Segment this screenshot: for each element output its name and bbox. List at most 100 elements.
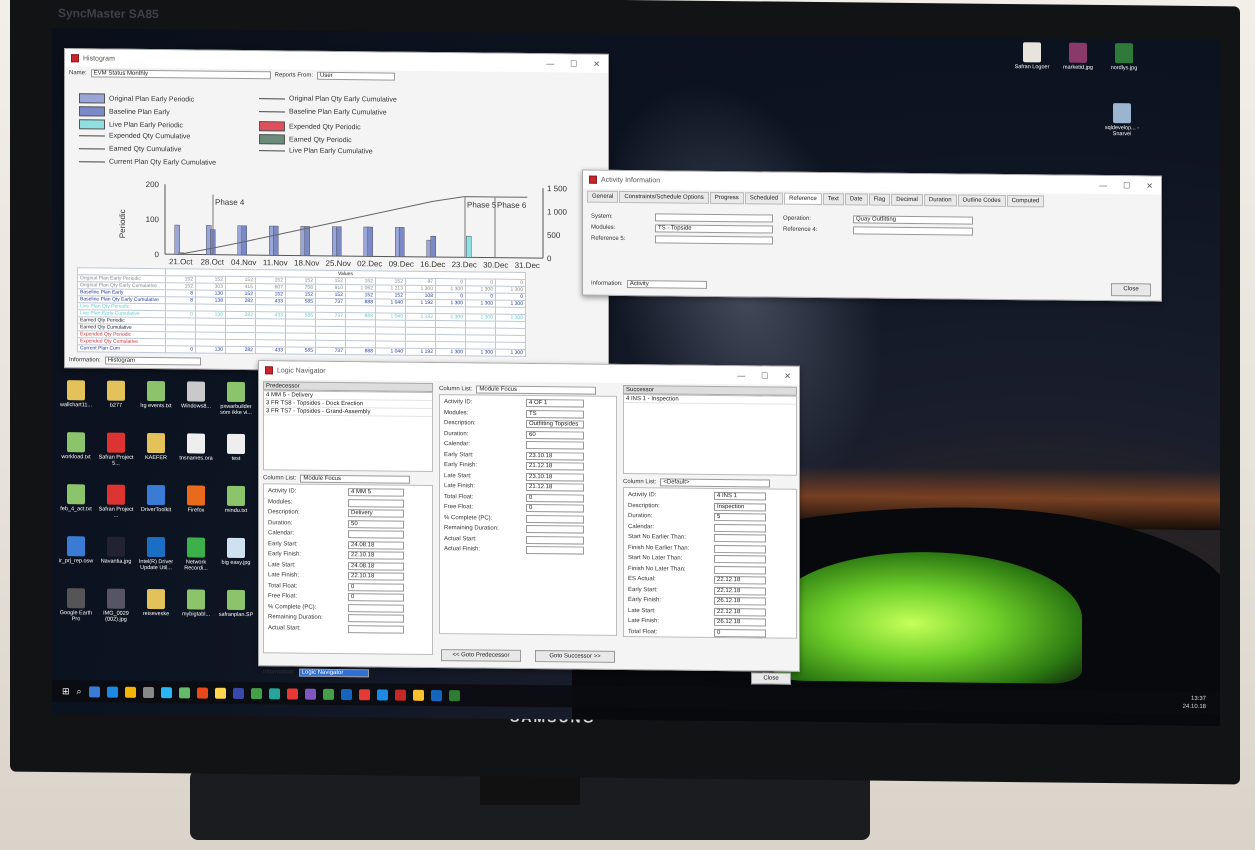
taskbar-app-icon[interactable]: [322, 688, 334, 700]
field-value[interactable]: 22.12.18: [714, 607, 766, 617]
field-value[interactable]: 22.12.18: [714, 576, 766, 585]
tab-duration[interactable]: Duration: [923, 194, 957, 207]
desktop-icon[interactable]: Google Earth Pro: [56, 588, 96, 622]
close-icon[interactable]: ✕: [593, 59, 600, 68]
field-value[interactable]: 4 OF 1: [526, 399, 584, 408]
maximize-icon[interactable]: ☐: [570, 59, 577, 68]
desktop-icon[interactable]: Intel(R) Driver Update Util...: [136, 536, 176, 571]
field-value[interactable]: [714, 565, 766, 575]
list-item[interactable]: 4 INS 1 - Inspection: [624, 394, 796, 405]
field-value[interactable]: TS: [526, 409, 584, 419]
field-value[interactable]: [714, 523, 766, 533]
info-select[interactable]: Logic Navigator: [298, 668, 369, 677]
desktop-icon[interactable]: workload.txt: [56, 432, 96, 460]
field-value[interactable]: [348, 530, 404, 539]
field-value[interactable]: [526, 525, 584, 534]
desktop-icon[interactable]: test: [216, 433, 256, 462]
operation-select[interactable]: Quay Outfitting: [853, 214, 973, 225]
taskbar-app-icon[interactable]: [412, 689, 424, 701]
field-value[interactable]: 60: [526, 430, 584, 440]
close-button[interactable]: Close: [751, 672, 791, 685]
taskbar-app-icon[interactable]: [448, 689, 460, 701]
field-value[interactable]: 22.10.18: [348, 572, 404, 581]
field-value[interactable]: [526, 546, 584, 555]
tab-scheduled[interactable]: Scheduled: [744, 192, 784, 205]
taskbar-app-icon[interactable]: [124, 686, 136, 698]
taskbar-app-icon[interactable]: [178, 686, 190, 698]
goto-successor-button[interactable]: Goto Successor >>: [535, 650, 615, 663]
tab-outline-codes[interactable]: Outline Codes: [957, 194, 1006, 207]
field-value[interactable]: 0: [348, 593, 404, 602]
field-value[interactable]: [348, 498, 404, 508]
info-select[interactable]: Activity: [626, 279, 707, 289]
modules-select[interactable]: TS - Topside: [655, 223, 773, 234]
field-value[interactable]: 23.10.18: [526, 472, 584, 482]
field-value[interactable]: 21.12.18: [526, 462, 584, 471]
taskbar-app-icon[interactable]: [304, 688, 316, 700]
desktop-icon[interactable]: Safran Logoer: [1012, 42, 1052, 70]
field-value[interactable]: [714, 534, 766, 543]
tab-date[interactable]: Date: [844, 193, 868, 206]
desktop-icon[interactable]: Safran Project ...: [96, 484, 136, 519]
field-value[interactable]: 26.12.18: [714, 597, 766, 606]
desktop-icon[interactable]: safranplan.SP: [216, 589, 256, 618]
field-value[interactable]: 24.08.18: [348, 540, 404, 550]
desktop-icon[interactable]: feb_4_act.txt: [56, 484, 96, 512]
field-value[interactable]: 22.10.18: [348, 551, 404, 560]
reference5-select[interactable]: [655, 234, 773, 245]
desktop-icon[interactable]: Firefox: [176, 485, 216, 514]
desktop-icon[interactable]: Navantia.jpg: [96, 536, 136, 565]
taskbar-app-icon[interactable]: [160, 686, 172, 698]
clock[interactable]: 13:37 24.10.18: [1183, 695, 1206, 711]
field-value[interactable]: 0: [526, 504, 584, 513]
minimize-icon[interactable]: —: [737, 371, 745, 380]
field-value[interactable]: [348, 603, 404, 613]
field-value[interactable]: 0: [348, 582, 404, 592]
desktop-icon[interactable]: sqldevelop... - Snarvei: [1102, 103, 1142, 137]
taskbar-app-icon[interactable]: [214, 687, 226, 699]
info-select[interactable]: Histogram: [104, 356, 201, 366]
desktop-icon[interactable]: Safran Project 5...: [96, 432, 136, 467]
tab-progress[interactable]: Progress: [709, 191, 744, 205]
taskbar-app-icon[interactable]: [268, 687, 280, 699]
field-value[interactable]: [714, 544, 766, 554]
tab-constraints-schedule-options[interactable]: Constraints/Schedule Options: [619, 190, 709, 204]
field-value[interactable]: 21.12.18: [526, 483, 584, 492]
system-select[interactable]: [655, 212, 773, 223]
desktop-icon[interactable]: lrg events.txt: [136, 380, 176, 409]
desktop-icon[interactable]: pxwarbuilder som ikke vi...: [216, 381, 256, 416]
field-value[interactable]: Delivery: [348, 509, 404, 518]
desktop-icon[interactable]: ir_prj_rep.osw: [56, 536, 96, 564]
tab-general[interactable]: General: [587, 190, 619, 203]
desktop-icon[interactable]: IMG_0029 (002).jpg: [96, 588, 136, 623]
maximize-icon[interactable]: ☐: [761, 371, 768, 380]
desktop-icon[interactable]: wallchart11...: [56, 380, 96, 408]
desktop-icon[interactable]: nordlys.jpg: [1104, 43, 1144, 71]
taskbar-app-icon[interactable]: [142, 686, 154, 698]
name-select[interactable]: EVM Status Monthly: [90, 68, 271, 79]
maximize-icon[interactable]: ☐: [1123, 181, 1130, 190]
taskbar-app-icon[interactable]: [376, 688, 388, 701]
field-value[interactable]: 50: [348, 519, 404, 529]
desktop-icon[interactable]: mybigtabl...: [176, 589, 216, 618]
field-value[interactable]: 23.10.18: [526, 451, 584, 461]
goto-predecessor-button[interactable]: << Goto Predecessor: [441, 649, 521, 662]
tab-text[interactable]: Text: [822, 193, 844, 206]
field-value[interactable]: [714, 555, 766, 564]
field-value[interactable]: [348, 624, 404, 634]
desktop-icon[interactable]: marketid.jpg: [1058, 42, 1098, 71]
close-icon[interactable]: ✕: [784, 371, 791, 380]
minimize-icon[interactable]: —: [546, 59, 554, 68]
taskbar-app-icon[interactable]: [196, 687, 208, 699]
field-value[interactable]: 0: [714, 628, 766, 638]
field-value[interactable]: 5: [714, 513, 766, 522]
field-value[interactable]: 4 INS 1: [714, 492, 766, 501]
field-value[interactable]: [526, 441, 584, 450]
desktop-icon[interactable]: big easy.jpg: [216, 537, 256, 566]
taskbar-app-icon[interactable]: [358, 688, 370, 700]
tab-computed[interactable]: Computed: [1006, 194, 1045, 208]
tab-decimal[interactable]: Decimal: [891, 193, 923, 207]
desktop-icon[interactable]: Windows8...: [176, 381, 216, 410]
taskbar-app-icon[interactable]: [106, 686, 118, 698]
field-value[interactable]: 26.12.18: [714, 618, 766, 627]
